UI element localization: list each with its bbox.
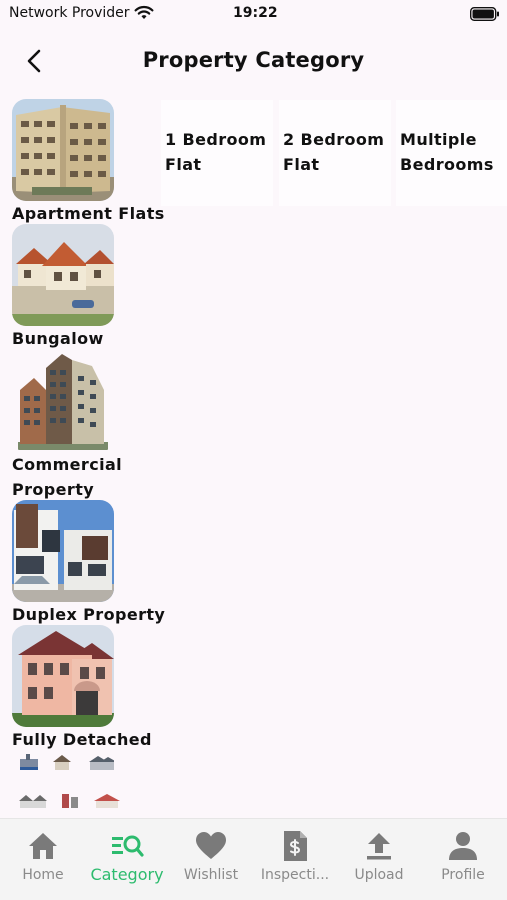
small-building-thumbnail xyxy=(62,794,79,808)
clock: 19:22 xyxy=(233,5,278,21)
apartment-building-photo xyxy=(12,99,114,201)
nav-label: Home xyxy=(22,867,64,883)
wifi-icon xyxy=(134,5,154,19)
nav-label: Inspecti... xyxy=(260,867,330,883)
nav-profile[interactable]: Profile xyxy=(421,829,505,883)
category-thumbnail-row xyxy=(18,791,128,810)
heart-icon xyxy=(196,832,226,859)
document-dollar-icon xyxy=(284,831,307,861)
nav-wishlist[interactable]: Wishlist xyxy=(169,829,253,883)
category-item-duplex-property[interactable]: Duplex Property xyxy=(12,500,172,627)
commercial-tower-photo xyxy=(12,350,114,452)
category-thumbnail-row xyxy=(18,753,120,772)
subcategory-1-bedroom-flat[interactable]: 1 Bedroom Flat xyxy=(161,100,273,206)
nav-label: Wishlist xyxy=(183,867,239,883)
category-search-icon xyxy=(112,835,144,857)
bungalow-house-photo xyxy=(12,224,114,326)
small-house-thumbnail xyxy=(53,755,72,770)
category-item-apartment-flats[interactable]: Apartment Flats xyxy=(12,99,172,226)
small-house-thumbnail xyxy=(94,794,121,808)
category-label: Bungalow xyxy=(12,329,104,348)
battery-icon xyxy=(470,7,499,21)
nav-label: Profile xyxy=(441,867,485,883)
category-label: Apartment Flats xyxy=(12,204,165,223)
page-title: Property Category xyxy=(142,48,365,72)
subcategory-2-bedroom-flat[interactable]: 2 Bedroom Flat xyxy=(279,100,391,206)
small-house-thumbnail xyxy=(89,756,115,770)
status-bar: Network Provider 19:22 xyxy=(0,0,507,28)
nav-home[interactable]: Home xyxy=(1,829,85,883)
category-item-commercial-property[interactable]: Commercial Property xyxy=(12,350,172,502)
nav-upload[interactable]: Upload xyxy=(337,829,421,883)
category-label: Commercial Property xyxy=(12,455,123,499)
carrier-label: Network Provider xyxy=(9,5,130,21)
screen: Network Provider 19:22 Property Category xyxy=(0,0,507,900)
nav-label: Category xyxy=(90,865,164,884)
duplex-house-photo xyxy=(12,500,114,602)
subcategory-multiple-bedrooms[interactable]: Multiple Bedrooms xyxy=(396,100,507,206)
small-terrace-thumbnail xyxy=(19,795,47,808)
nav-category[interactable]: Category xyxy=(85,829,169,884)
bottom-nav: Home Category Wishlist Inspecti... Uploa… xyxy=(0,818,507,900)
category-item-fully-detached[interactable]: Fully Detached xyxy=(12,625,172,752)
category-label: Fully Detached xyxy=(12,730,152,749)
nav-inspection[interactable]: Inspecti... xyxy=(253,829,337,883)
home-icon xyxy=(29,833,57,859)
small-building-thumbnail xyxy=(20,754,38,770)
category-label: Duplex Property xyxy=(12,605,166,624)
detached-house-photo xyxy=(12,625,114,727)
upload-icon xyxy=(367,833,391,860)
person-icon xyxy=(449,832,477,860)
nav-label: Upload xyxy=(354,867,404,883)
header: Property Category xyxy=(0,36,507,86)
category-item-bungalow[interactable]: Bungalow xyxy=(12,224,172,351)
